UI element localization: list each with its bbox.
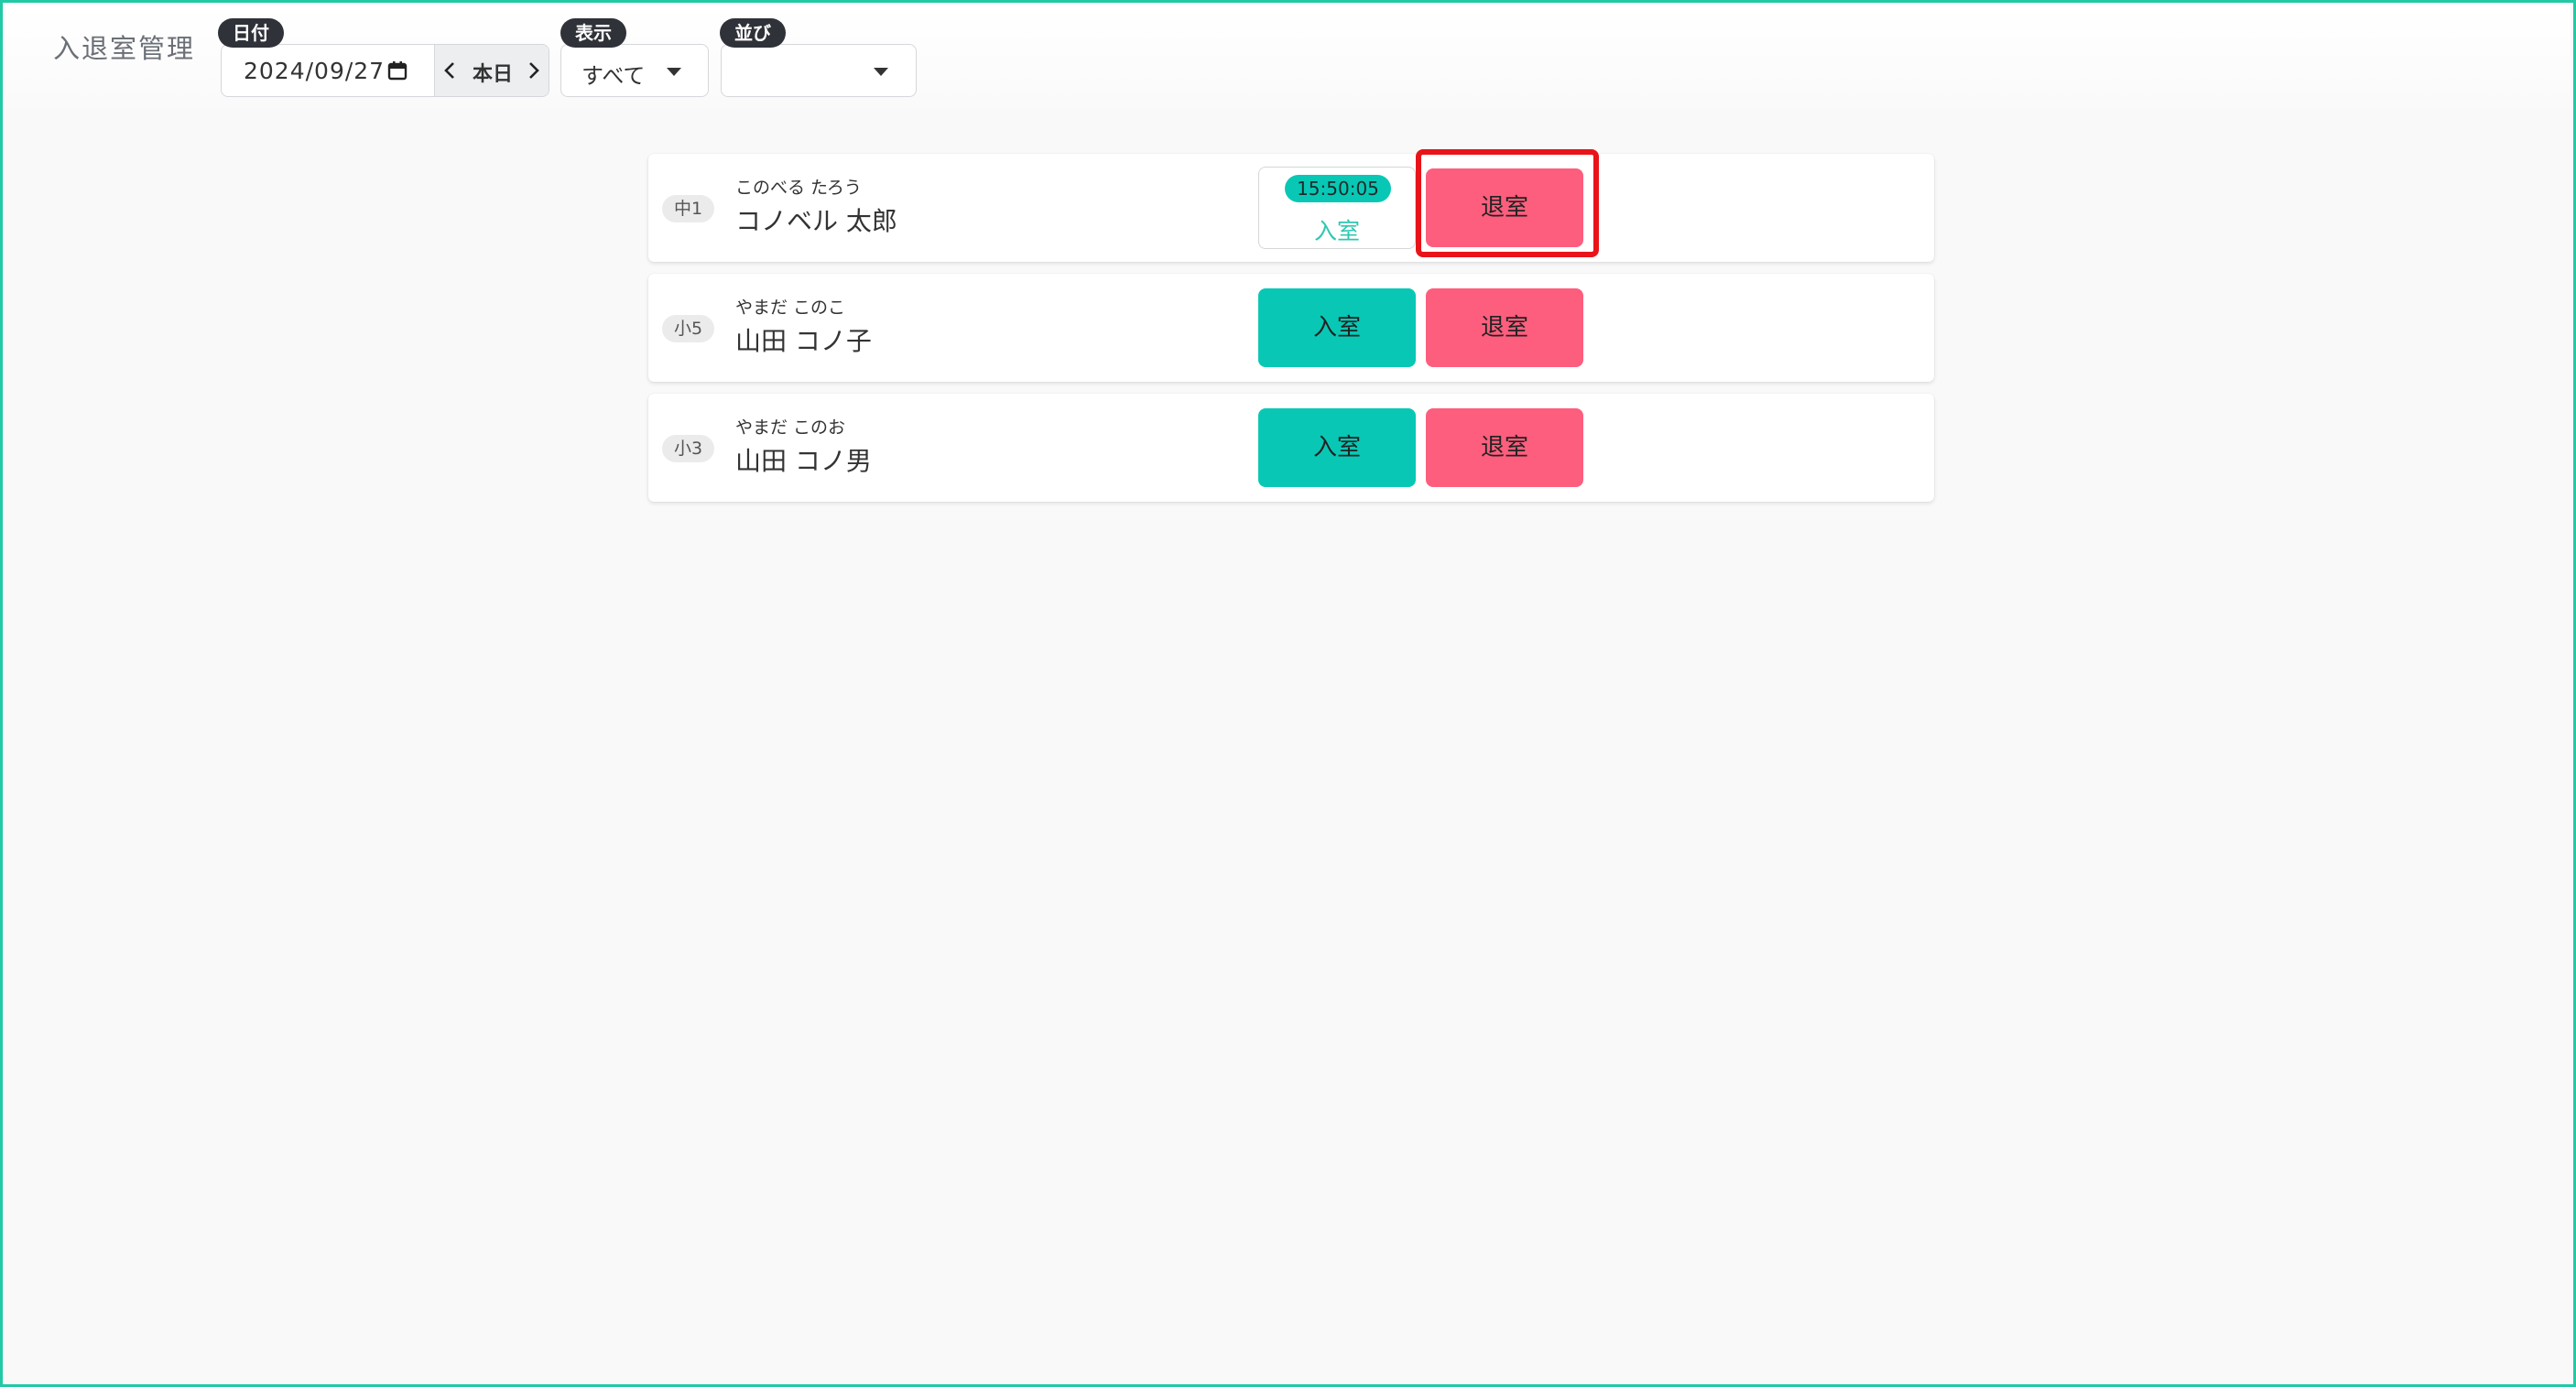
grade-chip: 小5 xyxy=(662,315,715,342)
page-title: 入退室管理 xyxy=(53,33,196,64)
student-row: 小3 やまだ このお 山田 コノ男 入室 退室 xyxy=(648,394,1934,502)
date-filter: 2024/09/27 本日 xyxy=(221,44,549,97)
student-name: 山田 コノ子 xyxy=(735,326,872,356)
exit-button[interactable]: 退室 xyxy=(1426,408,1583,487)
student-kana: やまだ このお xyxy=(735,417,846,438)
grade-chip: 小3 xyxy=(662,435,715,462)
entry-time-badge: 15:50:05 xyxy=(1285,175,1391,202)
chevron-right-icon[interactable] xyxy=(527,60,541,81)
enter-button[interactable]: 入室 xyxy=(1258,288,1416,367)
date-input[interactable]: 2024/09/27 xyxy=(244,58,385,84)
display-select[interactable]: すべて xyxy=(560,44,709,97)
student-name: コノベル 太郎 xyxy=(735,206,897,236)
student-name: 山田 コノ男 xyxy=(735,446,872,476)
student-row: 中1 このべる たろう コノベル 太郎 15:50:05 入室 退室 xyxy=(648,149,1934,262)
date-nav: 本日 xyxy=(434,45,549,96)
student-kana: このべる たろう xyxy=(735,178,862,198)
date-filter-badge: 日付 xyxy=(218,18,284,48)
student-list: 中1 このべる たろう コノベル 太郎 15:50:05 入室 退室 小5 やま… xyxy=(648,149,1934,514)
entry-status: 15:50:05 入室 xyxy=(1258,167,1416,249)
entered-label: 入室 xyxy=(1313,218,1360,244)
student-row: 小5 やまだ このこ 山田 コノ子 入室 退室 xyxy=(648,274,1934,382)
chevron-left-icon[interactable] xyxy=(442,60,457,81)
grade-chip: 中1 xyxy=(662,195,715,222)
sort-select[interactable] xyxy=(721,44,917,97)
sort-filter-badge: 並び xyxy=(720,18,786,48)
calendar-icon[interactable] xyxy=(386,60,408,81)
enter-button[interactable]: 入室 xyxy=(1258,408,1416,487)
exit-button[interactable]: 退室 xyxy=(1426,168,1583,247)
display-select-value: すべて xyxy=(582,63,646,89)
display-filter-badge: 表示 xyxy=(560,18,626,48)
top-bar: 入退室管理 日付 2024/09/27 本日 表示 すべて 並び xyxy=(5,5,2571,108)
today-button[interactable]: 本日 xyxy=(470,58,516,87)
caret-down-icon xyxy=(874,68,888,76)
student-kana: やまだ このこ xyxy=(735,298,846,318)
app-frame: 入退室管理 日付 2024/09/27 本日 表示 すべて 並び 中1 このべる… xyxy=(0,0,2576,1387)
exit-button[interactable]: 退室 xyxy=(1426,288,1583,367)
caret-down-icon xyxy=(667,68,681,76)
